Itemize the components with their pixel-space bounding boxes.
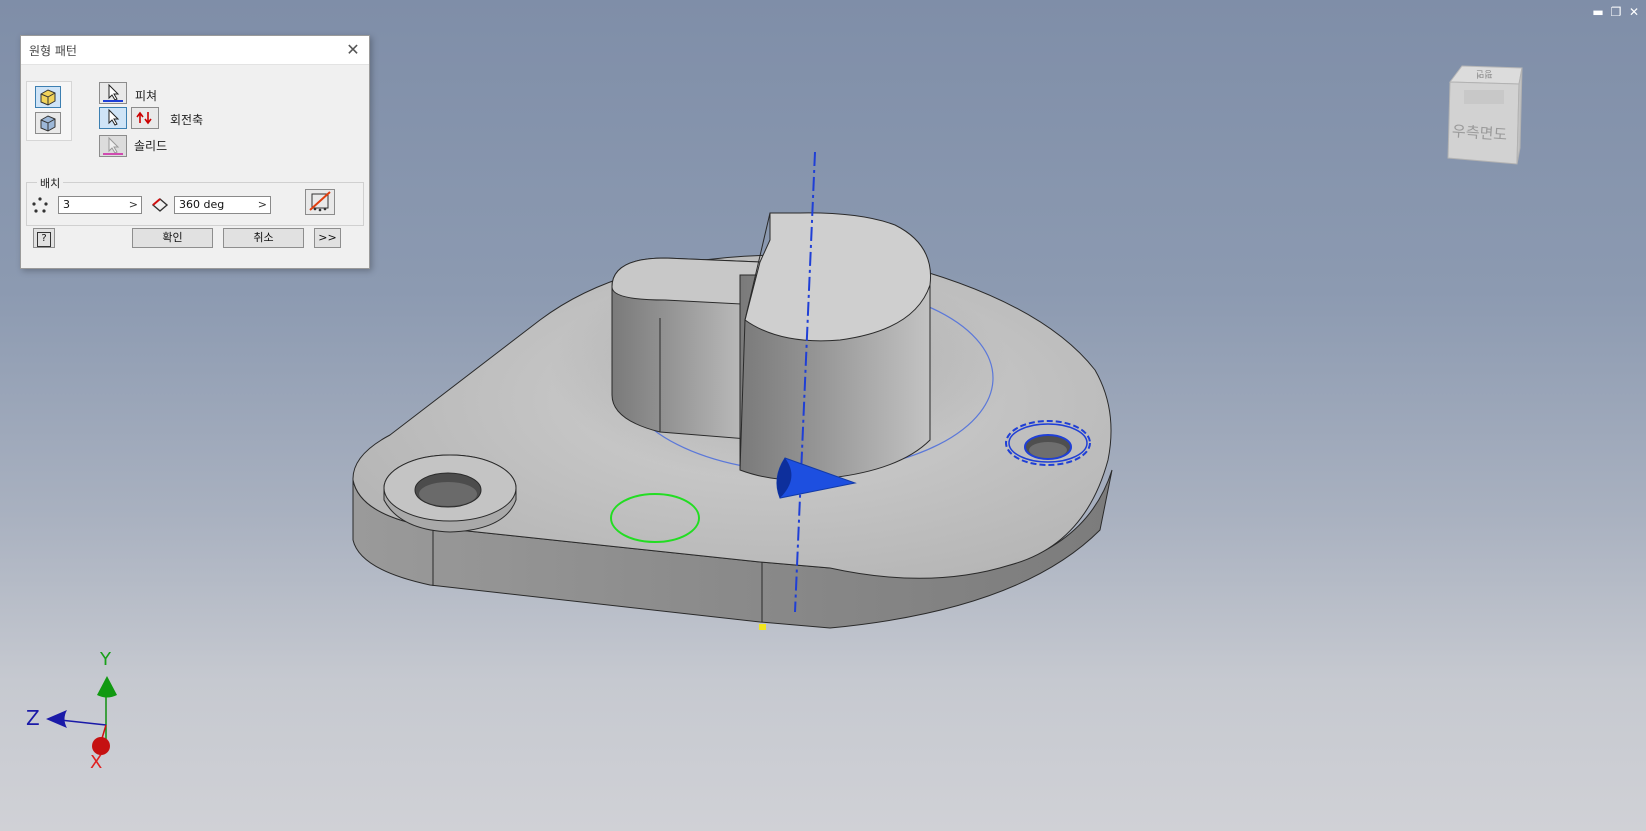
- count-expand-arrow-icon[interactable]: >: [129, 197, 138, 213]
- feature-label: 피쳐: [135, 89, 158, 103]
- solid-label: 솔리드: [134, 139, 168, 153]
- pattern-mode-group: [26, 81, 72, 141]
- flip-axis-button[interactable]: [131, 107, 159, 129]
- circular-pattern-dialog: 원형 패턴 ✕ 피쳐 회전축 솔리드 배치 3 > 360 deg > ? 확인…: [20, 35, 370, 269]
- flip-direction-icon: [136, 111, 152, 125]
- occurrence-angle-icon: [151, 198, 169, 212]
- axis-label: 회전축: [170, 113, 204, 127]
- triad-z-label: Z: [26, 706, 40, 730]
- cursor-arrow-icon: [108, 83, 120, 101]
- placement-legend: 배치: [37, 175, 64, 191]
- help-button[interactable]: ?: [33, 228, 55, 248]
- help-icon: ?: [37, 232, 51, 247]
- ok-button[interactable]: 확인: [132, 228, 213, 248]
- coordinate-triad: [46, 676, 117, 755]
- view-cube-top-label: 평면: [1476, 68, 1493, 78]
- axis-select-button[interactable]: [99, 107, 127, 129]
- view-cube-face-label: 우측면도: [1451, 122, 1508, 144]
- pattern-solid-mode-button[interactable]: [35, 112, 61, 134]
- occurrence-count-input[interactable]: 3 >: [58, 196, 142, 214]
- occurrence-count-value: 3: [63, 198, 70, 211]
- view-cube[interactable]: 평면 우측면도: [1436, 60, 1526, 173]
- restore-button[interactable]: ❐: [1608, 4, 1624, 20]
- angle-expand-arrow-icon[interactable]: >: [258, 197, 267, 213]
- dialog-titlebar[interactable]: 원형 패턴 ✕: [21, 36, 369, 65]
- cancel-button[interactable]: 취소: [223, 228, 304, 248]
- midplane-toggle-button[interactable]: [305, 189, 335, 215]
- triad-x-label: X: [90, 752, 103, 773]
- minimize-button[interactable]: ▬: [1590, 4, 1606, 20]
- cursor-arrow-icon: [108, 136, 120, 154]
- dialog-close-button[interactable]: ✕: [343, 40, 363, 60]
- occurrence-count-icon: [32, 197, 48, 213]
- cursor-arrow-icon: [108, 108, 120, 126]
- occurrence-angle-input[interactable]: 360 deg >: [174, 196, 271, 214]
- more-options-button[interactable]: >>: [314, 228, 341, 248]
- placement-group: 배치 3 > 360 deg >: [26, 175, 364, 226]
- feature-select-button[interactable]: [99, 82, 127, 104]
- solid-select-button[interactable]: [99, 135, 127, 157]
- pattern-features-mode-button[interactable]: [35, 86, 61, 108]
- close-window-button[interactable]: ✕: [1626, 4, 1642, 20]
- triad-y-label: Y: [100, 649, 111, 670]
- dialog-title: 원형 패턴: [29, 44, 77, 58]
- occurrence-angle-value: 360 deg: [179, 198, 225, 211]
